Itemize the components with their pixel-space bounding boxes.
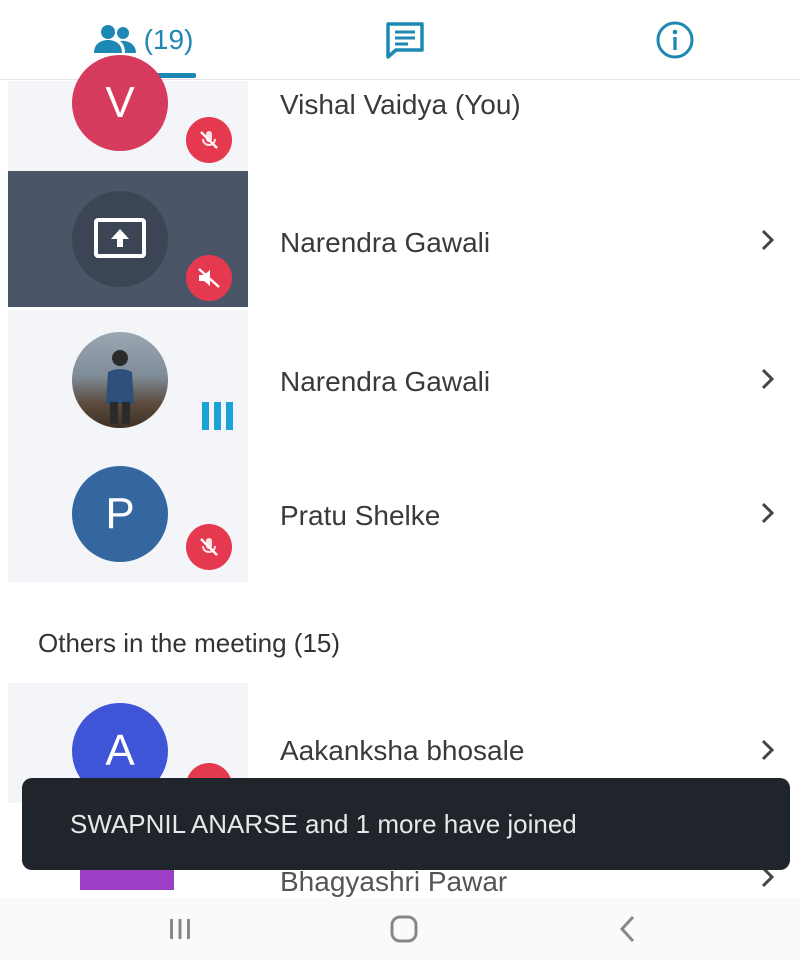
chevron-right-icon[interactable]	[758, 870, 778, 892]
audio-level-indicator	[200, 400, 236, 432]
nav-recents-button[interactable]	[150, 906, 210, 952]
speaker-off-icon	[198, 268, 220, 288]
participant-row[interactable]: Bhagyashri Pawar	[0, 870, 800, 898]
mic-off-icon	[200, 131, 218, 149]
join-notification-toast: SWAPNIL ANARSE and 1 more have joined	[22, 778, 790, 870]
audio-level-icon	[202, 402, 233, 430]
chevron-right-icon[interactable]	[758, 364, 778, 394]
participant-row[interactable]: V Vishal Vaidya (You)	[0, 35, 800, 171]
avatar	[72, 191, 168, 287]
participant-name: Vishal Vaidya (You)	[280, 89, 521, 120]
system-nav-bar	[0, 898, 800, 960]
participant-row[interactable]: Narendra Gawali	[0, 171, 800, 307]
others-section-title: Others in the meeting (15)	[38, 628, 341, 658]
participant-name: Bhagyashri Pawar	[280, 870, 508, 897]
nav-back-button[interactable]	[598, 906, 658, 952]
participant-name: Aakanksha bhosale	[280, 735, 525, 766]
nav-back-icon	[619, 915, 635, 943]
participant-name: Narendra Gawali	[280, 366, 491, 397]
speaker-off-badge	[186, 255, 232, 301]
chevron-right-icon[interactable]	[758, 498, 778, 528]
mic-off-badge	[186, 117, 232, 163]
screen-share-icon	[94, 218, 146, 258]
chevron-right-icon[interactable]	[758, 225, 778, 255]
nav-home-button[interactable]	[374, 906, 434, 952]
participant-row[interactable]: Narendra Gawali	[0, 310, 800, 446]
avatar: V	[72, 55, 168, 151]
nav-recents-icon	[170, 919, 190, 939]
mic-off-icon	[200, 538, 218, 556]
mic-off-badge	[186, 524, 232, 570]
participant-row[interactable]: P Pratu Shelke	[0, 446, 800, 582]
avatar	[80, 870, 174, 890]
participant-name: Pratu Shelke	[280, 500, 441, 531]
toast-message: SWAPNIL ANARSE and 1 more have joined	[70, 808, 577, 839]
chevron-right-icon[interactable]	[758, 735, 778, 765]
avatar: P	[72, 466, 168, 562]
nav-home-icon	[390, 915, 418, 943]
avatar-photo	[72, 332, 168, 428]
participant-name: Narendra Gawali	[280, 227, 491, 258]
person-photo-icon	[106, 350, 134, 424]
